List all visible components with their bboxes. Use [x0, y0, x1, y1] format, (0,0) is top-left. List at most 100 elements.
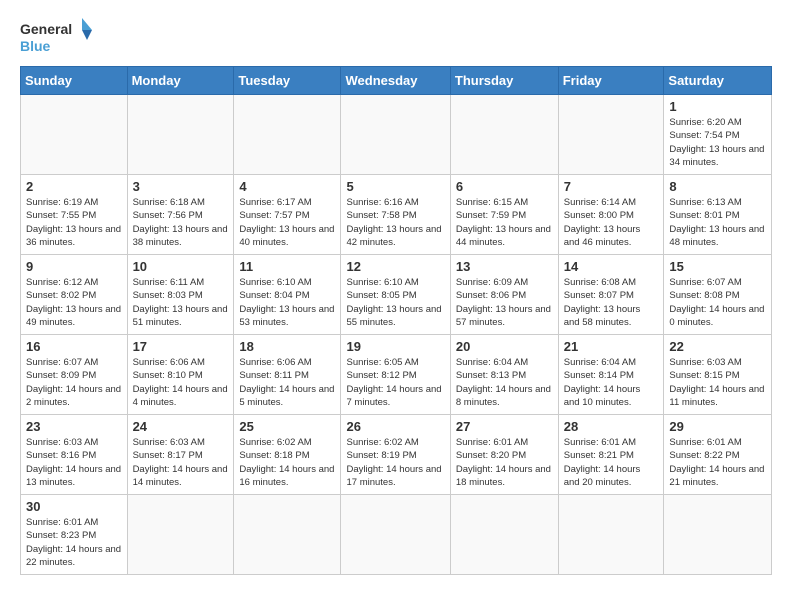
day-info: Sunrise: 6:05 AMSunset: 8:12 PMDaylight:… [346, 356, 444, 409]
calendar-cell: 30 Sunrise: 6:01 AMSunset: 8:23 PMDayligh… [21, 495, 128, 575]
day-number: 22 [669, 339, 766, 354]
day-info: Sunrise: 6:16 AMSunset: 7:58 PMDaylight:… [346, 196, 444, 249]
page-header: GeneralBlue [20, 16, 772, 56]
day-info: Sunrise: 6:01 AMSunset: 8:22 PMDaylight:… [669, 436, 766, 489]
calendar-cell [450, 495, 558, 575]
calendar-cell: 5 Sunrise: 6:16 AMSunset: 7:58 PMDaylight… [341, 175, 450, 255]
day-number: 11 [239, 259, 335, 274]
day-info: Sunrise: 6:02 AMSunset: 8:19 PMDaylight:… [346, 436, 444, 489]
day-info: Sunrise: 6:03 AMSunset: 8:17 PMDaylight:… [133, 436, 229, 489]
calendar-cell: 8 Sunrise: 6:13 AMSunset: 8:01 PMDaylight… [664, 175, 772, 255]
day-number: 15 [669, 259, 766, 274]
calendar-cell [450, 95, 558, 175]
day-info: Sunrise: 6:07 AMSunset: 8:08 PMDaylight:… [669, 276, 766, 329]
calendar-cell: 6 Sunrise: 6:15 AMSunset: 7:59 PMDaylight… [450, 175, 558, 255]
calendar-cell: 20 Sunrise: 6:04 AMSunset: 8:13 PMDayligh… [450, 335, 558, 415]
day-number: 26 [346, 419, 444, 434]
day-number: 6 [456, 179, 553, 194]
day-number: 27 [456, 419, 553, 434]
day-number: 3 [133, 179, 229, 194]
day-info: Sunrise: 6:09 AMSunset: 8:06 PMDaylight:… [456, 276, 553, 329]
day-number: 7 [564, 179, 659, 194]
calendar-week-1: 1 Sunrise: 6:20 AMSunset: 7:54 PMDaylight… [21, 95, 772, 175]
calendar-cell: 11 Sunrise: 6:10 AMSunset: 8:04 PMDayligh… [234, 255, 341, 335]
calendar-cell: 17Sunrise: 6:06 AMSunset: 8:10 PMDayligh… [127, 335, 234, 415]
calendar-cell: 14 Sunrise: 6:08 AMSunset: 8:07 PMDayligh… [558, 255, 664, 335]
calendar-cell [341, 95, 450, 175]
calendar-cell: 10 Sunrise: 6:11 AMSunset: 8:03 PMDayligh… [127, 255, 234, 335]
day-info: Sunrise: 6:19 AMSunset: 7:55 PMDaylight:… [26, 196, 122, 249]
calendar-cell: 18 Sunrise: 6:06 AMSunset: 8:11 PMDayligh… [234, 335, 341, 415]
calendar-cell: 24 Sunrise: 6:03 AMSunset: 8:17 PMDayligh… [127, 415, 234, 495]
weekday-header-wednesday: Wednesday [341, 67, 450, 95]
logo: GeneralBlue [20, 16, 100, 56]
day-number: 8 [669, 179, 766, 194]
day-info: Sunrise: 6:12 AMSunset: 8:02 PMDaylight:… [26, 276, 122, 329]
day-number: 14 [564, 259, 659, 274]
calendar-cell: 29 Sunrise: 6:01 AMSunset: 8:22 PMDayligh… [664, 415, 772, 495]
calendar-body: 1 Sunrise: 6:20 AMSunset: 7:54 PMDaylight… [21, 95, 772, 575]
day-info: Sunrise: 6:10 AMSunset: 8:04 PMDaylight:… [239, 276, 335, 329]
day-info: Sunrise: 6:15 AMSunset: 7:59 PMDaylight:… [456, 196, 553, 249]
calendar-cell: 7 Sunrise: 6:14 AMSunset: 8:00 PMDaylight… [558, 175, 664, 255]
calendar-cell: 16 Sunrise: 6:07 AMSunset: 8:09 PMDayligh… [21, 335, 128, 415]
day-info: Sunrise: 6:06 AMSunset: 8:11 PMDaylight:… [239, 356, 335, 409]
day-info: Sunrise: 6:03 AMSunset: 8:15 PMDaylight:… [669, 356, 766, 409]
weekday-header-sunday: Sunday [21, 67, 128, 95]
logo-icon: GeneralBlue [20, 16, 100, 56]
calendar-cell [558, 95, 664, 175]
calendar-cell: 21Sunrise: 6:04 AMSunset: 8:14 PMDayligh… [558, 335, 664, 415]
calendar-cell [664, 495, 772, 575]
day-info: Sunrise: 6:03 AMSunset: 8:16 PMDaylight:… [26, 436, 122, 489]
svg-text:Blue: Blue [20, 38, 51, 54]
calendar-cell [558, 495, 664, 575]
day-info: Sunrise: 6:08 AMSunset: 8:07 PMDaylight:… [564, 276, 659, 329]
svg-text:General: General [20, 21, 72, 37]
day-info: Sunrise: 6:06 AMSunset: 8:10 PMDaylight:… [133, 356, 229, 409]
calendar-cell: 23Sunrise: 6:03 AMSunset: 8:16 PMDayligh… [21, 415, 128, 495]
calendar-cell [234, 495, 341, 575]
day-number: 16 [26, 339, 122, 354]
calendar-cell: 22 Sunrise: 6:03 AMSunset: 8:15 PMDayligh… [664, 335, 772, 415]
calendar-cell [341, 495, 450, 575]
day-info: Sunrise: 6:01 AMSunset: 8:23 PMDaylight:… [26, 516, 122, 569]
day-number: 30 [26, 499, 122, 514]
day-info: Sunrise: 6:04 AMSunset: 8:13 PMDaylight:… [456, 356, 553, 409]
day-info: Sunrise: 6:13 AMSunset: 8:01 PMDaylight:… [669, 196, 766, 249]
day-number: 18 [239, 339, 335, 354]
day-number: 21 [564, 339, 659, 354]
day-info: Sunrise: 6:11 AMSunset: 8:03 PMDaylight:… [133, 276, 229, 329]
weekday-header-row: SundayMondayTuesdayWednesdayThursdayFrid… [21, 67, 772, 95]
calendar-cell: 4Sunrise: 6:17 AMSunset: 7:57 PMDaylight… [234, 175, 341, 255]
day-number: 2 [26, 179, 122, 194]
calendar-cell: 9 Sunrise: 6:12 AMSunset: 8:02 PMDaylight… [21, 255, 128, 335]
calendar-week-4: 16 Sunrise: 6:07 AMSunset: 8:09 PMDayligh… [21, 335, 772, 415]
day-number: 1 [669, 99, 766, 114]
calendar-cell: 3Sunrise: 6:18 AMSunset: 7:56 PMDaylight… [127, 175, 234, 255]
calendar-cell: 27Sunrise: 6:01 AMSunset: 8:20 PMDayligh… [450, 415, 558, 495]
calendar-week-6: 30 Sunrise: 6:01 AMSunset: 8:23 PMDayligh… [21, 495, 772, 575]
calendar-table: SundayMondayTuesdayWednesdayThursdayFrid… [20, 66, 772, 575]
day-number: 19 [346, 339, 444, 354]
day-info: Sunrise: 6:17 AMSunset: 7:57 PMDaylight:… [239, 196, 335, 249]
calendar-cell: 26 Sunrise: 6:02 AMSunset: 8:19 PMDayligh… [341, 415, 450, 495]
calendar-cell: 19 Sunrise: 6:05 AMSunset: 8:12 PMDayligh… [341, 335, 450, 415]
day-number: 20 [456, 339, 553, 354]
calendar-cell: 1 Sunrise: 6:20 AMSunset: 7:54 PMDaylight… [664, 95, 772, 175]
day-number: 28 [564, 419, 659, 434]
day-info: Sunrise: 6:07 AMSunset: 8:09 PMDaylight:… [26, 356, 122, 409]
weekday-header-saturday: Saturday [664, 67, 772, 95]
day-number: 24 [133, 419, 229, 434]
day-number: 5 [346, 179, 444, 194]
calendar-week-2: 2 Sunrise: 6:19 AMSunset: 7:55 PMDaylight… [21, 175, 772, 255]
calendar-cell [127, 95, 234, 175]
day-number: 10 [133, 259, 229, 274]
weekday-header-tuesday: Tuesday [234, 67, 341, 95]
day-number: 29 [669, 419, 766, 434]
day-number: 9 [26, 259, 122, 274]
calendar-week-3: 9 Sunrise: 6:12 AMSunset: 8:02 PMDaylight… [21, 255, 772, 335]
day-info: Sunrise: 6:20 AMSunset: 7:54 PMDaylight:… [669, 116, 766, 169]
calendar-cell: 13Sunrise: 6:09 AMSunset: 8:06 PMDayligh… [450, 255, 558, 335]
day-info: Sunrise: 6:01 AMSunset: 8:21 PMDaylight:… [564, 436, 659, 489]
day-info: Sunrise: 6:14 AMSunset: 8:00 PMDaylight:… [564, 196, 659, 249]
